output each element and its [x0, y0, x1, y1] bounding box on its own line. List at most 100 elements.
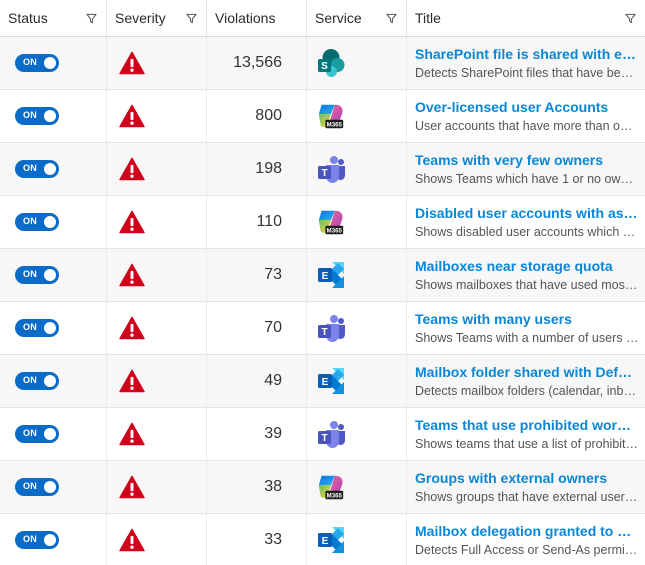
violations-count: 38 — [264, 478, 282, 495]
column-header-service[interactable]: Service — [307, 0, 407, 36]
toggle-knob — [44, 375, 56, 387]
filter-icon[interactable] — [386, 13, 397, 24]
status-toggle[interactable]: ON — [15, 372, 59, 390]
sharepoint-icon — [316, 48, 346, 78]
m365-icon — [316, 207, 346, 237]
table-row[interactable]: ON 800 Over-licensed user Accounts User … — [0, 90, 645, 143]
rule-title-link[interactable]: Groups with external owners — [415, 469, 639, 487]
rule-title-link[interactable]: Teams that use prohibited words in names — [415, 416, 639, 434]
table-row[interactable]: ON 73 Mailboxes near storage quota Shows… — [0, 249, 645, 302]
rule-title-link[interactable]: Mailbox delegation granted to external u… — [415, 522, 639, 540]
severity-cell — [107, 461, 207, 513]
rule-title-link[interactable]: Over-licensed user Accounts — [415, 98, 639, 116]
service-cell — [307, 408, 407, 460]
severity-cell — [107, 302, 207, 354]
status-toggle[interactable]: ON — [15, 319, 59, 337]
toggle-label: ON — [23, 322, 37, 332]
violations-cell: 73 — [207, 249, 307, 301]
status-toggle[interactable]: ON — [15, 107, 59, 125]
filter-icon[interactable] — [86, 13, 97, 24]
rule-title-link[interactable]: Mailbox folder shared with Default user — [415, 363, 639, 381]
service-cell — [307, 355, 407, 407]
table-row[interactable]: ON 198 Teams with very few owners Shows … — [0, 143, 645, 196]
filter-icon[interactable] — [186, 13, 197, 24]
rules-table: Status Severity Violations Service Title… — [0, 0, 645, 565]
rule-title-link[interactable]: Mailboxes near storage quota — [415, 257, 639, 275]
exchange-icon — [316, 366, 346, 396]
toggle-label: ON — [23, 375, 37, 385]
toggle-label: ON — [23, 57, 37, 67]
status-toggle[interactable]: ON — [15, 425, 59, 443]
table-row[interactable]: ON 38 Groups with external owners Shows … — [0, 461, 645, 514]
toggle-label: ON — [23, 428, 37, 438]
rule-description: Shows Teams which have 1 or no owners — [415, 171, 639, 186]
filter-icon[interactable] — [625, 13, 636, 24]
column-header-label: Title — [415, 10, 441, 26]
violations-count: 70 — [264, 319, 282, 336]
table-row[interactable]: ON 70 Teams with many users Shows Teams … — [0, 302, 645, 355]
severity-cell — [107, 514, 207, 565]
status-cell: ON — [0, 143, 107, 195]
violations-cell: 110 — [207, 196, 307, 248]
service-cell — [307, 37, 407, 89]
critical-warning-icon — [119, 475, 145, 499]
critical-warning-icon — [119, 316, 145, 340]
violations-count: 198 — [255, 160, 282, 177]
rule-title-link[interactable]: Teams with many users — [415, 310, 639, 328]
table-row[interactable]: ON 39 Teams that use prohibited words in… — [0, 408, 645, 461]
column-header-violations[interactable]: Violations — [207, 0, 307, 36]
column-header-label: Service — [315, 10, 362, 26]
toggle-label: ON — [23, 110, 37, 120]
rule-title-link[interactable]: Teams with very few owners — [415, 151, 639, 169]
rule-title-link[interactable]: Disabled user accounts with assigned lic… — [415, 204, 639, 222]
title-cell: Mailbox delegation granted to external u… — [407, 514, 645, 565]
violations-count: 73 — [264, 266, 282, 283]
toggle-knob — [44, 57, 56, 69]
teams-icon — [316, 313, 346, 343]
service-cell — [307, 143, 407, 195]
violations-cell: 70 — [207, 302, 307, 354]
table-row[interactable]: ON 110 Disabled user accounts with assig… — [0, 196, 645, 249]
violations-cell: 39 — [207, 408, 307, 460]
table-row[interactable]: ON 33 Mailbox delegation granted to exte… — [0, 514, 645, 565]
violations-cell: 49 — [207, 355, 307, 407]
column-header-label: Violations — [215, 10, 276, 26]
status-toggle[interactable]: ON — [15, 478, 59, 496]
rule-description: Detects Full Access or Send-As permissio… — [415, 542, 639, 557]
toggle-label: ON — [23, 269, 37, 279]
status-cell: ON — [0, 90, 107, 142]
title-cell: SharePoint file is shared with external … — [407, 37, 645, 89]
m365-icon — [316, 101, 346, 131]
table-row[interactable]: ON 13,566 SharePoint file is shared with… — [0, 37, 645, 90]
violations-cell: 38 — [207, 461, 307, 513]
status-toggle[interactable]: ON — [15, 531, 59, 549]
violations-count: 110 — [256, 213, 282, 230]
table-row[interactable]: ON 49 Mailbox folder shared with Default… — [0, 355, 645, 408]
column-header-status[interactable]: Status — [0, 0, 107, 36]
status-toggle[interactable]: ON — [15, 54, 59, 72]
column-header-severity[interactable]: Severity — [107, 0, 207, 36]
status-toggle[interactable]: ON — [15, 160, 59, 178]
status-toggle[interactable]: ON — [15, 266, 59, 284]
service-cell — [307, 302, 407, 354]
critical-warning-icon — [119, 104, 145, 128]
status-cell: ON — [0, 37, 107, 89]
status-toggle[interactable]: ON — [15, 213, 59, 231]
severity-cell — [107, 143, 207, 195]
title-cell: Teams with many users Shows Teams with a… — [407, 302, 645, 354]
severity-cell — [107, 196, 207, 248]
column-header-title[interactable]: Title — [407, 0, 645, 36]
severity-cell — [107, 408, 207, 460]
toggle-label: ON — [23, 163, 37, 173]
violations-count: 800 — [255, 107, 282, 124]
critical-warning-icon — [119, 51, 145, 75]
title-cell: Teams with very few owners Shows Teams w… — [407, 143, 645, 195]
severity-cell — [107, 355, 207, 407]
rule-description: Shows mailboxes that have used most of t… — [415, 277, 639, 292]
status-cell: ON — [0, 249, 107, 301]
m365-icon — [316, 472, 346, 502]
toggle-knob — [44, 163, 56, 175]
service-cell — [307, 249, 407, 301]
rule-title-link[interactable]: SharePoint file is shared with external … — [415, 45, 639, 63]
toggle-label: ON — [23, 534, 37, 544]
